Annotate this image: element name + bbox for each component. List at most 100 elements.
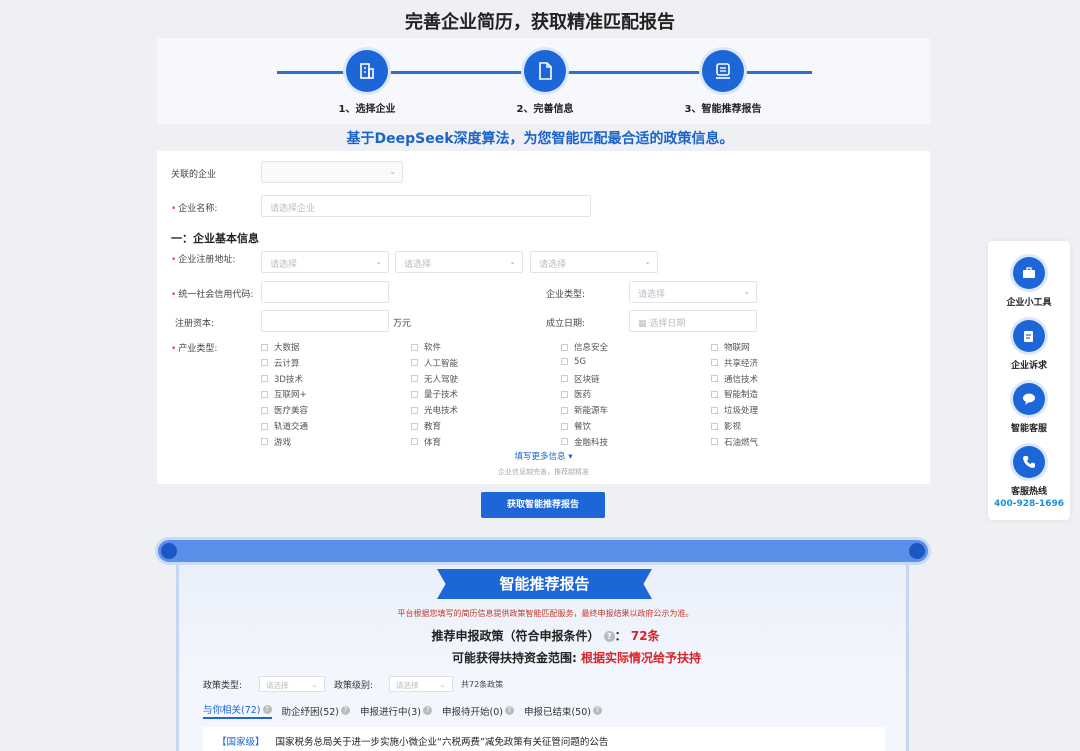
company-form: 关联的企业 ⌄ • 企业名称: 请选择企业 一：企业基本信息 • 企业注册地址: 请… — [157, 151, 930, 484]
industry-checkbox[interactable]: 垃圾处理 — [711, 404, 758, 416]
checkbox-box — [711, 343, 718, 351]
province-select[interactable]: 请选择 ⌄ — [261, 251, 389, 273]
help-icon: ? — [341, 706, 351, 715]
step-select-company[interactable]: 1、选择企业 — [307, 50, 427, 115]
checkbox-box — [711, 406, 718, 414]
industry-checkbox[interactable]: 石油燃气 — [711, 436, 758, 448]
more-info-link[interactable]: 填写更多信息 ▾ — [157, 450, 930, 462]
sidebar-item-appeal[interactable]: 企业诉求 — [988, 320, 1070, 371]
capital-unit: 万元 — [393, 319, 412, 329]
industry-label: 医药 — [574, 390, 592, 401]
reg-address-label: • 企业注册地址: — [171, 255, 236, 265]
industry-checkbox[interactable]: 大数据 — [261, 341, 300, 353]
industry-checkbox[interactable]: 新能源车 — [561, 404, 608, 416]
industry-label: 垃圾处理 — [724, 406, 759, 417]
tab-related[interactable]: 与你相关(72)? — [203, 702, 272, 719]
industry-checkbox[interactable]: 互联网+ — [261, 388, 307, 400]
industry-checkbox[interactable]: 软件 — [411, 341, 441, 353]
chevron-down-icon: ⌄ — [375, 257, 382, 266]
industry-label: • 产业类型: — [171, 344, 218, 354]
industry-checkbox[interactable]: 5G — [561, 357, 586, 367]
established-label: 成立日期: — [546, 319, 586, 329]
company-type-select[interactable]: 请选择 ⌄ — [629, 281, 757, 303]
industry-checkbox[interactable]: 影视 — [711, 420, 741, 432]
step-label: 3、智能推荐报告 — [684, 104, 762, 115]
policy-level-select[interactable]: 请选择 ⌄ — [389, 676, 453, 692]
industry-label: 软件 — [424, 343, 442, 353]
industry-checkbox[interactable]: 人工智能 — [411, 357, 458, 369]
industry-checkbox[interactable]: 教育 — [411, 420, 441, 432]
tab-ended[interactable]: 申报已结束(50)? — [524, 702, 602, 719]
sidebar-item-label: 企业小工具 — [1006, 298, 1052, 308]
industry-checkbox[interactable]: 餐饮 — [561, 420, 591, 432]
sidebar-item-hotline[interactable]: 客服热线 400-928-1696 — [988, 446, 1070, 509]
checkbox-box — [261, 406, 268, 414]
step-complete-info[interactable]: 2、完善信息 — [485, 50, 605, 115]
industry-checkbox[interactable]: 光电技术 — [411, 404, 458, 416]
policy-type-label: 政策类型: — [203, 681, 243, 691]
policy-list-item[interactable]: 【国家级】 国家税务总局关于进一步实施小微企业“六税两费”减免政策有关征管问题的… — [203, 727, 885, 751]
industry-checkbox[interactable]: 游戏 — [261, 436, 291, 448]
company-name-input[interactable]: 请选择企业 — [261, 195, 591, 217]
industry-checkbox[interactable]: 3D技术 — [261, 373, 303, 385]
chat-icon — [1013, 383, 1045, 415]
company-name-label: • 企业名称: — [171, 204, 218, 214]
calendar-icon: ▦ — [638, 319, 650, 329]
tab-in-progress[interactable]: 申报进行中(3)? — [360, 702, 432, 719]
linked-company-select[interactable]: ⌄ — [261, 161, 403, 183]
industry-checkbox[interactable]: 无人驾驶 — [411, 373, 458, 385]
industry-checkbox[interactable]: 区块链 — [561, 373, 600, 385]
report-note: 平台根据您填写的简历信息提供政策智能匹配服务，最终申报结果以政府公示为准。 — [397, 609, 694, 618]
get-report-button[interactable]: 获取智能推荐报告 — [481, 492, 605, 518]
checkbox-box — [411, 343, 418, 351]
policy-level-tag: 【国家级】 — [217, 737, 265, 748]
fund-range: 可能获得扶持资金范围: 根据实际情况给予扶持 — [451, 651, 701, 665]
industry-label: 信息安全 — [574, 343, 609, 353]
industry-checkbox[interactable]: 医药 — [561, 388, 591, 400]
district-select[interactable]: 请选择 ⌄ — [530, 251, 658, 273]
scroll-end-left — [161, 543, 177, 559]
steps-panel: 1、选择企业 2、完善信息 3、智能推荐报告 — [157, 38, 930, 124]
industry-checkbox[interactable]: 信息安全 — [561, 341, 608, 353]
report-tabs: 与你相关(72)? 助企纾困(52)? 申报进行中(3)? 申报待开始(0)? … — [203, 702, 602, 719]
established-date-input[interactable]: ▦ 选择日期 — [629, 310, 757, 332]
industry-checkbox[interactable]: 轨道交通 — [261, 420, 308, 432]
checkbox-box — [411, 422, 418, 430]
hotline-number: 400-928-1696 — [993, 499, 1065, 509]
city-select[interactable]: 请选择 ⌄ — [395, 251, 523, 273]
tab-relief[interactable]: 助企纾困(52)? — [282, 702, 351, 719]
sidebar-item-smart-service[interactable]: 智能客服 — [988, 383, 1070, 434]
credit-code-input[interactable] — [261, 281, 389, 303]
policy-type-select[interactable]: 请选择 ⌄ — [259, 676, 325, 692]
help-icon: ? — [423, 706, 432, 715]
industry-checkbox[interactable]: 量子技术 — [411, 388, 458, 400]
checkbox-box — [411, 438, 418, 446]
industry-label: 医疗美容 — [274, 406, 309, 417]
step-smart-report[interactable]: 3、智能推荐报告 — [663, 50, 783, 115]
industry-checkbox[interactable]: 共享经济 — [711, 357, 758, 369]
checkbox-box — [711, 422, 718, 430]
checkbox-box — [711, 375, 718, 383]
industry-checkbox[interactable]: 智能制造 — [711, 388, 758, 400]
building-icon — [346, 50, 388, 92]
industry-label: 量子技术 — [424, 390, 459, 401]
checkbox-box — [561, 375, 568, 383]
document-icon — [524, 50, 566, 92]
industry-label: 体育 — [424, 437, 442, 448]
policy-level-label: 政策级别: — [334, 681, 374, 691]
info-icon: ? — [603, 631, 615, 642]
industry-label: 3D技术 — [274, 374, 303, 385]
industry-checkbox[interactable]: 体育 — [411, 436, 441, 448]
industry-checkbox[interactable]: 云计算 — [261, 357, 300, 369]
sidebar-item-tools[interactable]: 企业小工具 — [988, 257, 1070, 308]
checkbox-box — [561, 358, 568, 366]
industry-checkbox[interactable]: 金融科技 — [561, 436, 608, 448]
checkbox-box — [261, 422, 268, 430]
step-label: 2、完善信息 — [516, 104, 574, 115]
industry-checkbox[interactable]: 通信技术 — [711, 373, 758, 385]
industry-checkbox[interactable]: 医疗美容 — [261, 404, 308, 416]
tab-upcoming[interactable]: 申报待开始(0)? — [442, 702, 514, 719]
checkbox-box — [261, 438, 268, 446]
industry-checkbox[interactable]: 物联网 — [711, 341, 750, 353]
reg-capital-input[interactable] — [261, 310, 389, 332]
